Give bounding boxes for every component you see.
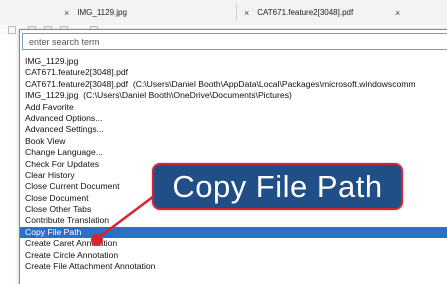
command-label: CAT671.feature2[3048].pdf [25, 78, 129, 89]
command-label: Clear History [25, 169, 75, 180]
command-item[interactable]: Add Favorite [20, 102, 447, 113]
tab-close-button[interactable]: × [244, 8, 249, 18]
command-item[interactable]: IMG_1129.jpg [20, 56, 447, 67]
command-label: CAT671.feature2[3048].pdf [25, 67, 129, 78]
command-item[interactable]: IMG_1129.jpg (C:\Users\Daniel Booth\OneD… [20, 90, 447, 101]
command-label: Add Favorite [25, 101, 74, 112]
command-label: Close Other Tabs [25, 204, 92, 215]
command-item[interactable]: Copy File Path [20, 226, 447, 239]
tab-bar: × IMG_1129.jpg × CAT671.feature2[3048].p… [0, 0, 447, 26]
command-label: Advanced Options... [25, 112, 103, 123]
command-label: IMG_1129.jpg [25, 90, 79, 101]
search-input[interactable] [22, 33, 447, 50]
command-label: Advanced Settings... [25, 124, 104, 135]
tab-label: IMG_1129.jpg [77, 8, 127, 17]
command-item[interactable]: Advanced Options... [20, 113, 447, 124]
command-item[interactable]: Create File Attachment Annotation [20, 261, 447, 272]
tab-close-button[interactable]: × [64, 8, 69, 18]
command-item[interactable]: CAT671.feature2[3048].pdf [20, 67, 447, 78]
tab-pdf[interactable]: × CAT671.feature2[3048].pdf [244, 0, 353, 25]
callout-text: Copy File Path [172, 168, 383, 204]
callout-box: Copy File Path [152, 163, 403, 210]
app-window: × IMG_1129.jpg × CAT671.feature2[3048].p… [0, 0, 447, 284]
command-label: Create Caret Annotation [25, 238, 118, 249]
command-palette: IMG_1129.jpgCAT671.feature2[3048].pdfCAT… [19, 29, 447, 284]
tab-img[interactable]: × IMG_1129.jpg [64, 0, 127, 25]
command-item[interactable]: Create Caret Annotation [20, 238, 447, 249]
command-item[interactable]: Change Language... [20, 147, 447, 158]
toolbar-icon[interactable] [8, 26, 16, 34]
command-path: (C:\Users\Daniel Booth\AppData\Local\Pac… [132, 78, 416, 89]
command-item[interactable]: CAT671.feature2[3048].pdf (C:\Users\Dani… [20, 79, 447, 90]
command-item[interactable]: Advanced Settings... [20, 124, 447, 135]
command-label: Change Language... [25, 147, 103, 158]
close-icon[interactable]: × [395, 0, 400, 25]
command-label: Check For Updates [25, 158, 100, 169]
command-label: Create Circle Annotation [25, 249, 119, 260]
command-label: Close Current Document [25, 181, 120, 192]
command-label: Close Document [25, 192, 89, 203]
command-label: Contribute Translation [25, 215, 110, 226]
command-item[interactable]: Book View [20, 136, 447, 147]
tab-divider [236, 4, 237, 21]
command-label: Copy File Path [25, 226, 82, 237]
tab-label: CAT671.feature2[3048].pdf [257, 8, 354, 17]
command-item[interactable]: Contribute Translation [20, 215, 447, 226]
command-label: IMG_1129.jpg [25, 56, 79, 66]
command-item[interactable]: Create Circle Annotation [20, 250, 447, 261]
command-label: Create File Attachment Annotation [25, 261, 156, 272]
command-path: (C:\Users\Daniel Booth\OneDrive\Document… [83, 90, 292, 101]
command-label: Book View [25, 135, 66, 146]
